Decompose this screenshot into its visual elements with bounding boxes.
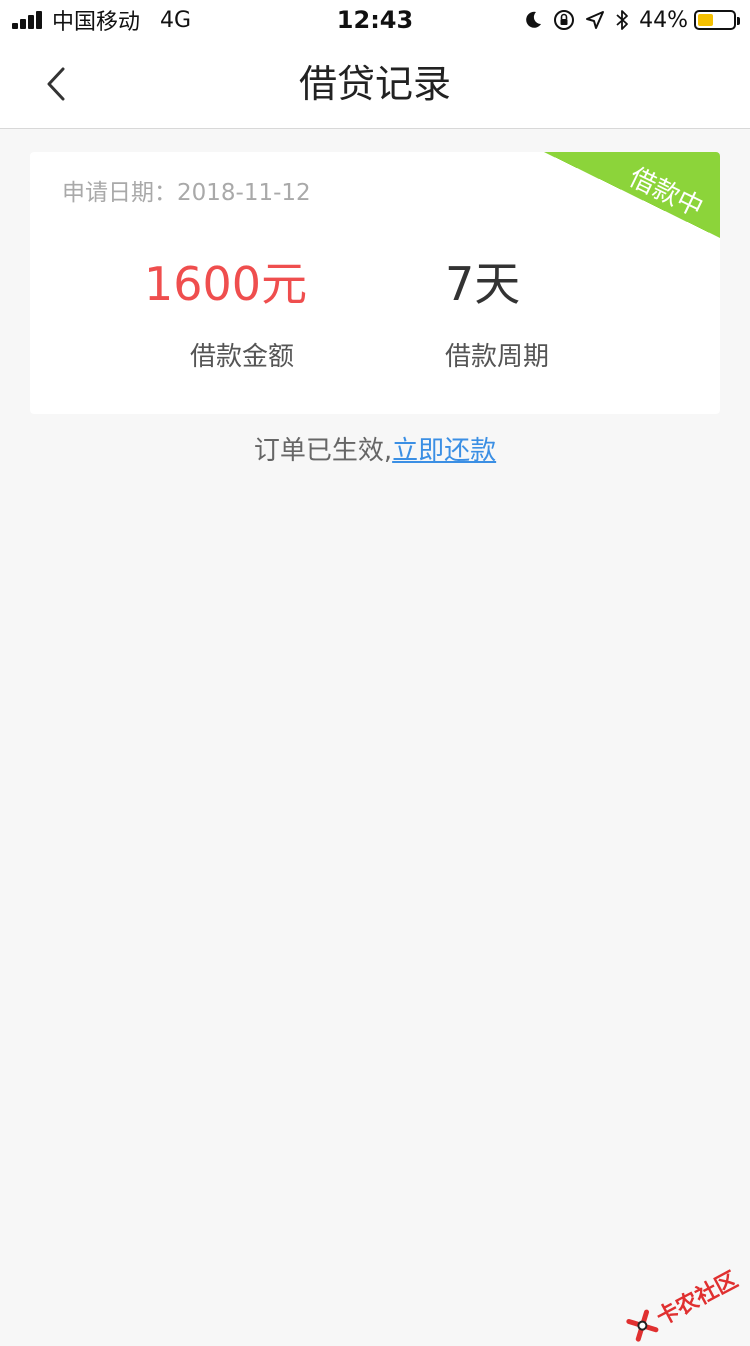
page-title: 借贷记录 xyxy=(298,62,451,106)
status-right: 44% xyxy=(523,6,740,34)
battery-fill xyxy=(698,14,713,26)
orientation-lock-icon xyxy=(553,9,575,31)
order-status-notice: 订单已生效,立即还款 xyxy=(0,434,750,468)
nav-header: 借贷记录 xyxy=(0,40,750,129)
status-badge: 借款中 xyxy=(544,152,720,238)
apply-date: 申请日期：2018-11-12 xyxy=(62,180,311,206)
moon-icon xyxy=(523,10,543,30)
watermark-text: 卡农社区 xyxy=(652,1267,743,1331)
loan-amount-label: 借款金额 xyxy=(190,342,295,372)
loan-record-card[interactable]: 申请日期：2018-11-12 借款中 1600元 借款金额 7天 借款周期 xyxy=(30,152,720,414)
loan-amount-value: 1600元 xyxy=(144,257,308,311)
watermark: 卡农社区 xyxy=(623,1262,742,1346)
location-icon xyxy=(585,10,605,30)
repay-now-link[interactable]: 立即还款 xyxy=(392,436,496,466)
status-badge-label: 借款中 xyxy=(624,162,708,224)
battery-icon xyxy=(694,10,740,30)
order-status-text: 订单已生效, xyxy=(253,436,393,466)
bluetooth-icon xyxy=(615,9,629,31)
loan-period-label: 借款周期 xyxy=(445,342,550,372)
battery-percent: 44% xyxy=(639,7,688,33)
loan-period-value: 7天 xyxy=(445,257,521,311)
status-bar: 中国移动 4G 12:43 44% xyxy=(0,0,750,40)
